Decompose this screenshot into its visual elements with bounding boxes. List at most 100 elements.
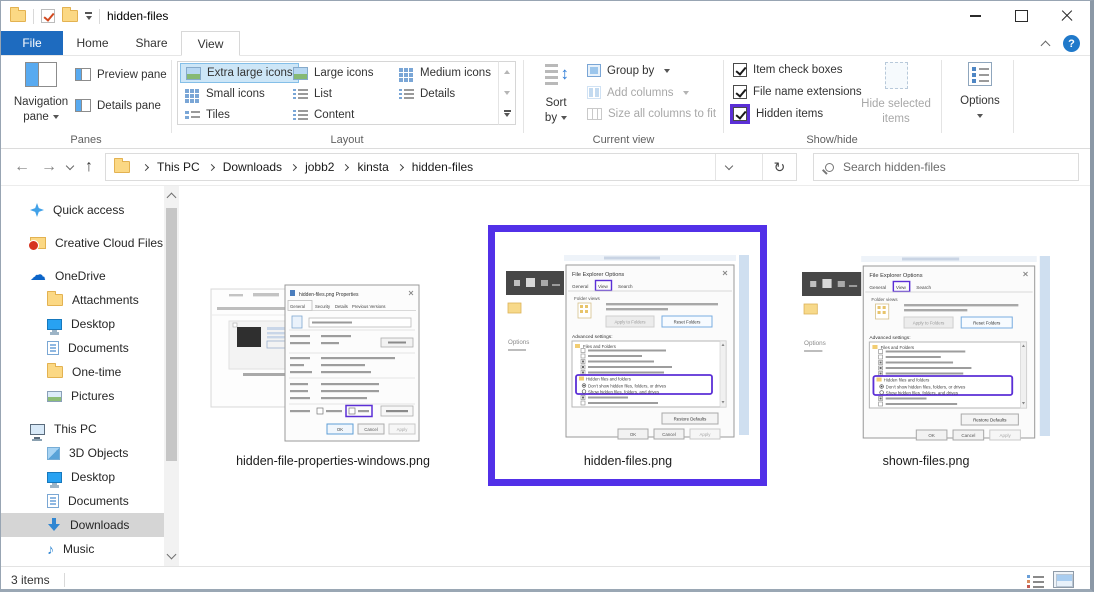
show-hide-group-label: Show/hide <box>726 134 938 146</box>
group-separator <box>941 60 942 133</box>
dropdown-arrow-icon <box>683 91 689 95</box>
address-dropdown-icon[interactable] <box>715 154 742 180</box>
search-box[interactable]: Search hidden-files <box>813 153 1079 181</box>
sidebar-item-creative-cloud-files[interactable]: Creative Cloud Files <box>1 231 164 255</box>
hidden-group-label: Hidden files and folders <box>884 378 930 383</box>
tab-home[interactable]: Home <box>63 31 122 55</box>
file-name-extensions-checkbox[interactable]: File name extensions <box>733 85 862 99</box>
file-list-area[interactable]: hidden-files.png Properties General Secu… <box>179 186 1090 566</box>
sidebar-item-desktop[interactable]: Desktop <box>1 465 164 489</box>
layout-tiles[interactable]: Tiles <box>180 105 235 125</box>
file-name-label[interactable]: hidden-files.png <box>508 454 748 468</box>
files-and-folders-label: Files and Folders <box>583 344 616 349</box>
selected-file-frame[interactable]: Options File Explorer Options General Vi… <box>488 225 767 486</box>
sidebar-item-downloads[interactable]: Downloads <box>1 513 164 537</box>
file-name-label[interactable]: hidden-file-properties-windows.png <box>191 454 475 468</box>
details-view-toggle-icon[interactable] <box>1027 574 1044 588</box>
dont-show-radio-label: Don't show hidden files, folders, or dri… <box>588 384 666 389</box>
sidebar-item-3d-objects[interactable]: 3D Objects <box>1 441 164 465</box>
dropdown-arrow-icon <box>53 115 59 119</box>
group-by-button[interactable]: Group by <box>587 64 670 77</box>
add-columns-icon <box>587 86 601 99</box>
sidebar-item-music[interactable]: ♪ Music <box>1 537 164 561</box>
file-thumbnail-hidden-files[interactable]: Options File Explorer Options General Vi… <box>506 241 749 448</box>
layout-medium-icons[interactable]: Medium icons <box>394 63 496 83</box>
tab-share[interactable]: Share <box>122 31 181 55</box>
details-pane-button[interactable]: Details pane <box>75 99 161 112</box>
checkbox-checked-icon <box>733 85 747 99</box>
svg-text:Cancel: Cancel <box>961 433 975 438</box>
sidebar-item-attachments[interactable]: Attachments <box>1 288 164 312</box>
file-name-label[interactable]: shown-files.png <box>806 454 1046 468</box>
hidden-items-checkbox[interactable]: Hidden items <box>730 104 823 124</box>
sidebar-item-this-pc[interactable]: This PC <box>1 417 164 441</box>
layout-content[interactable]: Content <box>288 105 359 125</box>
svg-text:Details: Details <box>335 304 348 309</box>
sidebar-item-one-time[interactable]: One-time <box>1 360 164 384</box>
new-folder-icon[interactable] <box>62 10 78 22</box>
layout-gallery-scroll <box>498 61 516 125</box>
layout-large-icons[interactable]: Large icons <box>288 63 378 83</box>
group-separator <box>171 60 172 133</box>
svg-text:General: General <box>290 304 305 309</box>
size-columns-button[interactable]: Size all columns to fit <box>587 108 716 120</box>
recent-locations-icon[interactable] <box>67 149 73 185</box>
downloads-arrow-icon <box>47 518 61 532</box>
scroll-down-icon[interactable] <box>167 550 177 560</box>
svg-text:OK: OK <box>928 433 935 438</box>
breadcrumb-chevron-icon <box>342 163 349 170</box>
layout-details[interactable]: Details <box>394 84 460 104</box>
sidebar-scrollbar[interactable] <box>164 186 179 566</box>
refresh-icon[interactable]: ↻ <box>762 154 796 180</box>
sidebar-item-documents-onedrive[interactable]: Documents <box>1 336 164 360</box>
up-icon[interactable]: ↑ <box>85 149 93 185</box>
tab-view[interactable]: View <box>181 31 240 56</box>
sort-by-button[interactable]: Sort by <box>533 62 579 125</box>
breadcrumb-hidden-files[interactable]: hidden-files <box>412 160 473 174</box>
breadcrumb-downloads[interactable]: Downloads <box>223 160 282 174</box>
thumbnail-view-toggle-icon[interactable] <box>1053 571 1074 588</box>
collapse-ribbon-icon[interactable] <box>1041 40 1051 50</box>
sidebar-item-quick-access[interactable]: Quick access <box>1 198 164 222</box>
back-icon[interactable]: ← <box>14 149 30 185</box>
forward-icon[interactable]: → <box>41 149 57 185</box>
file-thumbnail-shown-files[interactable]: Options File Explorer Options General Vi… <box>802 242 1050 449</box>
properties-check-icon[interactable] <box>41 9 55 23</box>
sidebar-item-desktop-onedrive[interactable]: Desktop <box>1 312 164 336</box>
svg-text:Security: Security <box>315 304 331 309</box>
tab-file[interactable]: File <box>1 31 63 55</box>
layout-group-label: Layout <box>177 134 517 146</box>
sidebar-item-documents[interactable]: Documents <box>1 489 164 513</box>
scroll-up-icon[interactable] <box>167 193 177 203</box>
tab-general: General <box>572 284 588 289</box>
close-button[interactable] <box>1044 1 1090 31</box>
layout-small-icons[interactable]: Small icons <box>180 84 270 104</box>
scrollbar-thumb[interactable] <box>166 208 177 461</box>
layout-list[interactable]: List <box>288 84 337 104</box>
address-bar[interactable]: This PC Downloads jobb2 kinsta hidden-fi… <box>105 153 797 181</box>
add-columns-button[interactable]: Add columns <box>587 86 689 99</box>
breadcrumb-jobb2[interactable]: jobb2 <box>305 160 334 174</box>
maximize-button[interactable] <box>998 1 1044 31</box>
minimize-button[interactable] <box>952 1 998 31</box>
file-explorer-window: hidden-files File Home Share View Naviga… <box>0 0 1094 592</box>
item-check-boxes-checkbox[interactable]: Item check boxes <box>733 63 842 77</box>
customize-toolbar-dropdown-icon[interactable] <box>85 12 92 19</box>
options-button[interactable]: Options <box>951 62 1009 123</box>
layout-extra-large-icons[interactable]: Extra large icons <box>180 63 299 83</box>
breadcrumb-kinsta[interactable]: kinsta <box>357 160 388 174</box>
gallery-scroll-up-icon[interactable] <box>499 62 515 83</box>
file-thumbnail-hidden-file-properties[interactable]: hidden-files.png Properties General Secu… <box>209 269 456 444</box>
panes-group-label: Panes <box>1 134 171 146</box>
navigation-pane-button[interactable]: Navigation pane <box>13 62 69 124</box>
gallery-more-icon[interactable] <box>499 103 515 124</box>
group-by-icon <box>587 64 601 77</box>
preview-pane-button[interactable]: Preview pane <box>75 68 167 81</box>
gallery-scroll-down-icon[interactable] <box>499 83 515 104</box>
hide-selected-items-button[interactable]: Hide selected items <box>857 62 935 126</box>
sidebar-item-onedrive[interactable]: ☁ OneDrive <box>1 264 164 288</box>
show-radio-label: Show hidden files, folders, and drives <box>886 391 958 396</box>
breadcrumb-this-pc[interactable]: This PC <box>157 160 200 174</box>
sidebar-item-pictures[interactable]: Pictures <box>1 384 164 408</box>
help-icon[interactable] <box>1063 35 1080 52</box>
